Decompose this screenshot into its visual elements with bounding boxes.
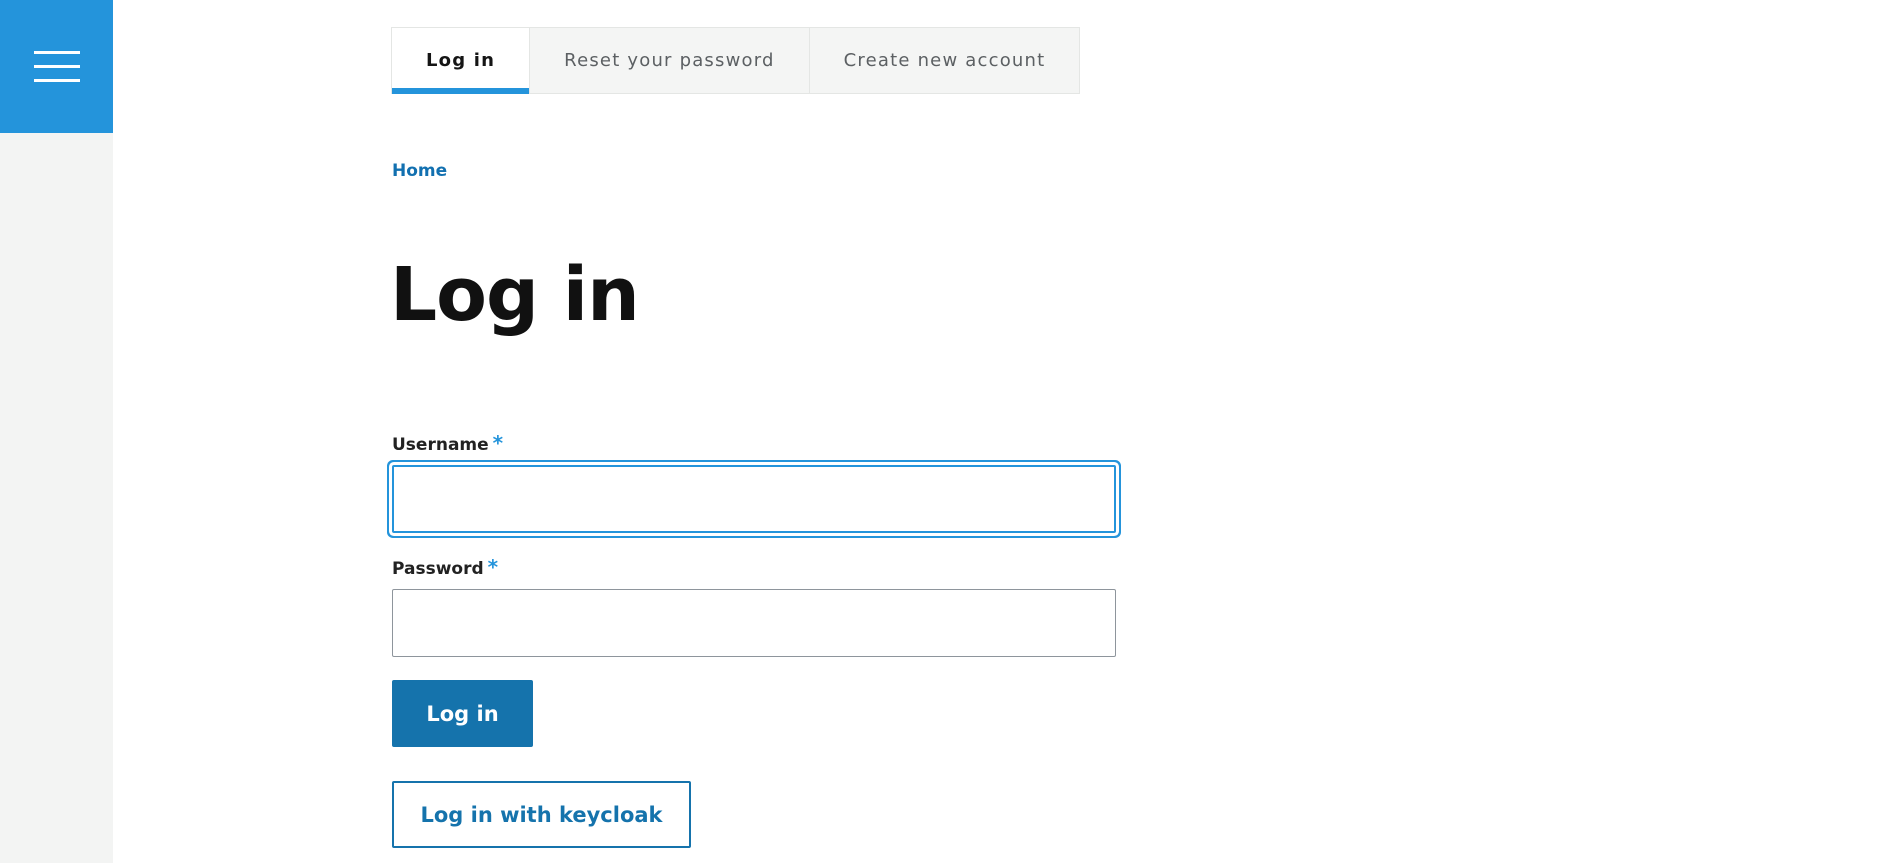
password-input[interactable] — [392, 589, 1116, 657]
log-in-button[interactable]: Log in — [392, 680, 533, 747]
tab-log-in[interactable]: Log in — [392, 28, 531, 94]
hamburger-menu-icon — [33, 50, 80, 83]
breadcrumb-home-link[interactable]: Home — [392, 161, 447, 181]
username-label: Username * — [392, 431, 503, 455]
required-marker: * — [487, 555, 499, 579]
tab-reset-password[interactable]: Reset your password — [530, 28, 810, 93]
page-title: Log in — [390, 252, 640, 338]
required-marker: * — [492, 431, 504, 455]
password-label: Password * — [392, 555, 498, 579]
username-label-text: Username — [392, 435, 489, 455]
username-input[interactable] — [392, 465, 1116, 533]
menu-toggle-button[interactable] — [0, 0, 113, 133]
tab-create-account[interactable]: Create new account — [810, 28, 1080, 93]
account-tabs: Log in Reset your password Create new ac… — [391, 27, 1081, 94]
password-label-text: Password — [392, 559, 484, 579]
log-in-keycloak-button[interactable]: Log in with keycloak — [392, 781, 691, 848]
sidebar — [0, 0, 113, 863]
